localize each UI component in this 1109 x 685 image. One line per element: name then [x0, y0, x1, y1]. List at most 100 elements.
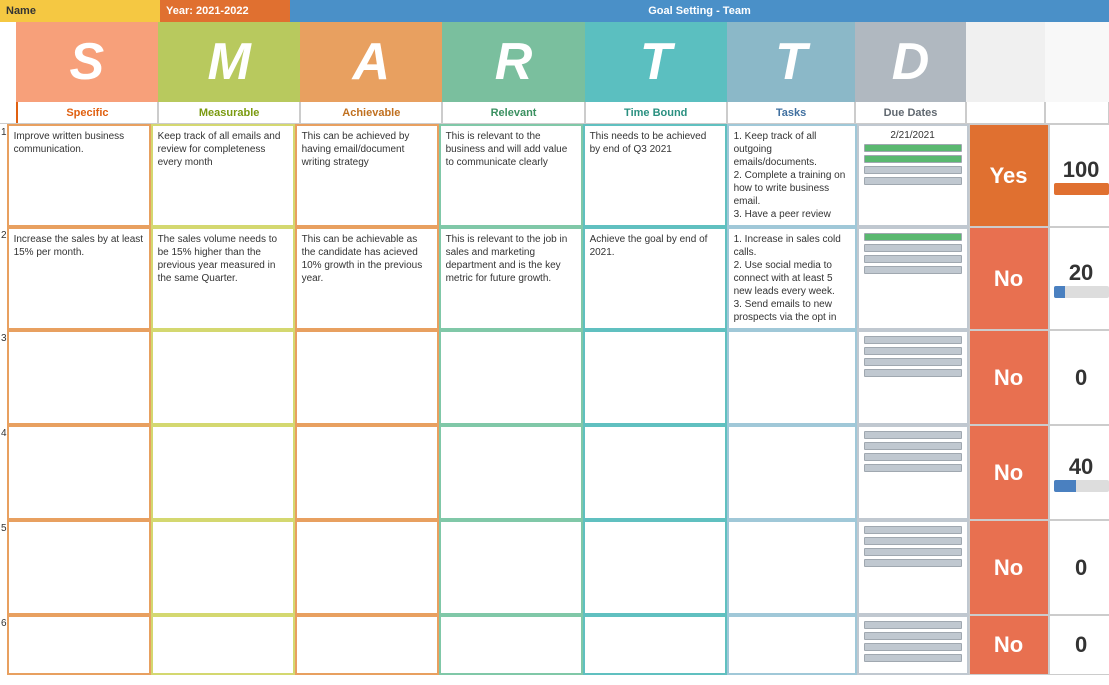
due-date-bar-4-2 — [864, 453, 962, 461]
due-date-bar-1-3 — [864, 177, 962, 185]
cell-status-5[interactable]: No — [969, 520, 1049, 615]
year-label: Year: 2021-2022 — [160, 0, 290, 22]
cell-achievable-5[interactable] — [295, 520, 439, 615]
cell-timebound-1[interactable]: This needs to be achieved by end of Q3 2… — [583, 124, 727, 227]
due-date-bar-5-1 — [864, 537, 962, 545]
cell-status-2[interactable]: No — [969, 227, 1049, 330]
cell-status-3[interactable]: No — [969, 330, 1049, 425]
cell-score-2[interactable]: 20 — [1049, 227, 1109, 330]
cell-achievable-6[interactable] — [295, 615, 439, 675]
cell-timebound-5[interactable] — [583, 520, 727, 615]
score-bar-fill-2 — [1054, 286, 1065, 298]
cell-specific-1[interactable]: Improve written business communication. — [7, 124, 151, 227]
cell-score-4[interactable]: 40 — [1049, 425, 1109, 520]
smart-d: D — [855, 22, 966, 102]
due-date-bar-6-1 — [864, 632, 962, 640]
cell-timebound-6[interactable] — [583, 615, 727, 675]
cell-score-5[interactable]: 0 — [1049, 520, 1109, 615]
cell-relevant-1[interactable]: This is relevant to the business and wil… — [439, 124, 583, 227]
page-title: Goal Setting - Team — [290, 0, 1109, 22]
cell-status-6[interactable]: No — [969, 615, 1049, 675]
name-label: Name — [0, 0, 160, 22]
cell-specific-6[interactable] — [7, 615, 151, 675]
cell-timebound-4[interactable] — [583, 425, 727, 520]
cell-measurable-3[interactable] — [151, 330, 295, 425]
col-header-timebound: Time Bound — [585, 102, 727, 123]
cell-measurable-6[interactable] — [151, 615, 295, 675]
cell-tasks-6[interactable] — [727, 615, 857, 675]
col-header-relevant: Relevant — [442, 102, 584, 123]
cell-duedates-2[interactable] — [857, 227, 969, 330]
due-date-bar-5-3 — [864, 559, 962, 567]
cell-duedates-3[interactable] — [857, 330, 969, 425]
smart-t2: T — [727, 22, 855, 102]
cell-specific-3[interactable] — [7, 330, 151, 425]
due-date-bar-4-1 — [864, 442, 962, 450]
cell-measurable-5[interactable] — [151, 520, 295, 615]
cell-relevant-5[interactable] — [439, 520, 583, 615]
cell-measurable-1[interactable]: Keep track of all emails and review for … — [151, 124, 295, 227]
cell-tasks-1[interactable]: 1. Keep track of all outgoing emails/doc… — [727, 124, 857, 227]
cell-tasks-2[interactable]: 1. Increase in sales cold calls. 2. Use … — [727, 227, 857, 330]
cell-tasks-3[interactable] — [727, 330, 857, 425]
cell-timebound-2[interactable]: Achieve the goal by end of 2021. — [583, 227, 727, 330]
cell-measurable-2[interactable]: The sales volume needs to be 15% higher … — [151, 227, 295, 330]
page: Name Year: 2021-2022 Goal Setting - Team… — [0, 0, 1109, 685]
due-date-bar-2-0 — [864, 233, 962, 241]
due-date-bar-1-1 — [864, 155, 962, 163]
col-header-score — [1045, 102, 1109, 123]
due-date-bar-6-0 — [864, 621, 962, 629]
cell-specific-2[interactable]: Increase the sales by at least 15% per m… — [7, 227, 151, 330]
due-date-bar-6-3 — [864, 654, 962, 662]
cell-duedates-1[interactable]: 2/21/2021 — [857, 124, 969, 227]
data-section-4: 4No40 — [0, 425, 1109, 520]
cell-status-1[interactable]: Yes — [969, 124, 1049, 227]
col-header-achievable: Achievable — [300, 102, 442, 123]
cell-tasks-5[interactable] — [727, 520, 857, 615]
score-bar-fill-1 — [1054, 183, 1109, 195]
cell-duedates-4[interactable] — [857, 425, 969, 520]
due-date-bar-2-1 — [864, 244, 962, 252]
cell-achievable-1[interactable]: This can be achieved by having email/doc… — [295, 124, 439, 227]
col-header-measurable: Measurable — [158, 102, 300, 123]
cell-relevant-4[interactable] — [439, 425, 583, 520]
score-number-1: 100 — [1063, 157, 1100, 183]
data-section-3: 3No0 — [0, 330, 1109, 425]
cell-relevant-2[interactable]: This is relevant to the job in sales and… — [439, 227, 583, 330]
cell-duedates-5[interactable] — [857, 520, 969, 615]
due-date-bar-1-0 — [864, 144, 962, 152]
cell-duedates-6[interactable] — [857, 615, 969, 675]
cell-score-6[interactable]: 0 — [1049, 615, 1109, 675]
due-date-bar-4-3 — [864, 464, 962, 472]
cell-tasks-4[interactable] — [727, 425, 857, 520]
cell-timebound-3[interactable] — [583, 330, 727, 425]
smart-t: T — [585, 22, 727, 102]
due-date-bar-3-3 — [864, 369, 962, 377]
cell-specific-4[interactable] — [7, 425, 151, 520]
cell-relevant-3[interactable] — [439, 330, 583, 425]
due-date-bar-2-3 — [864, 266, 962, 274]
cell-achievable-3[interactable] — [295, 330, 439, 425]
data-section-2: 2Increase the sales by at least 15% per … — [0, 227, 1109, 330]
due-date-bar-1-2 — [864, 166, 962, 174]
cell-measurable-4[interactable] — [151, 425, 295, 520]
score-number-3: 0 — [1075, 365, 1087, 391]
cell-score-1[interactable]: 100 — [1049, 124, 1109, 227]
score-bar-fill-4 — [1054, 480, 1076, 492]
data-rows-container: 1Improve written business communication.… — [0, 124, 1109, 675]
due-date-bar-3-2 — [864, 358, 962, 366]
score-number-4: 40 — [1069, 454, 1093, 480]
cell-score-3[interactable]: 0 — [1049, 330, 1109, 425]
cell-status-4[interactable]: No — [969, 425, 1049, 520]
data-section-5: 5No0 — [0, 520, 1109, 615]
score-number-5: 0 — [1075, 555, 1087, 581]
cell-achievable-4[interactable] — [295, 425, 439, 520]
cell-relevant-6[interactable] — [439, 615, 583, 675]
smart-r: R — [442, 22, 584, 102]
col-header-duedates: Due Dates — [855, 102, 966, 123]
cell-specific-5[interactable] — [7, 520, 151, 615]
due-date-bar-3-0 — [864, 336, 962, 344]
column-header-row: Specific Measurable Achievable Relevant … — [0, 102, 1109, 124]
due-date-bar-4-0 — [864, 431, 962, 439]
cell-achievable-2[interactable]: This can be achievable as the candidate … — [295, 227, 439, 330]
